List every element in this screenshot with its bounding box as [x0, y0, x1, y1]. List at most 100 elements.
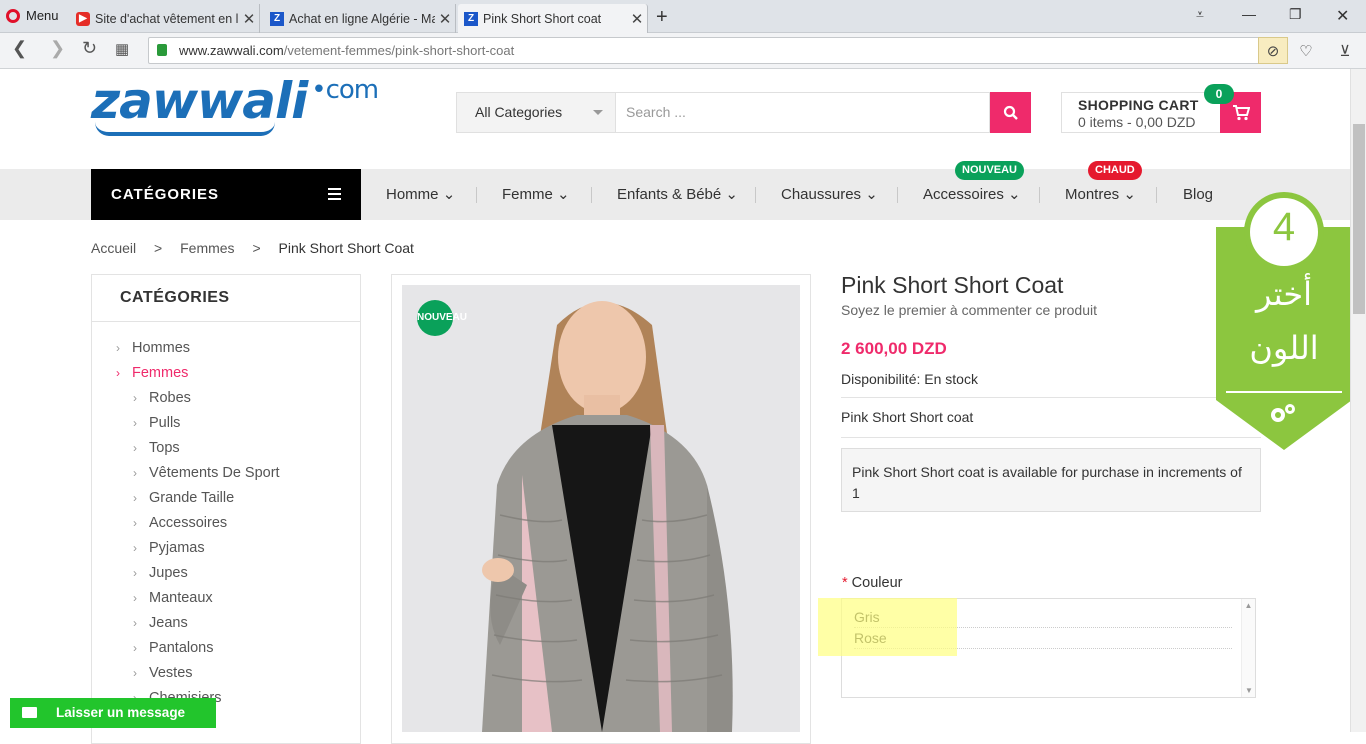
nav-separator [755, 187, 756, 203]
new-product-badge: NOUVEAU [417, 300, 467, 336]
category-select-label: All Categories [475, 104, 563, 120]
browser-tab-2[interactable]: Z Achat en ligne Algérie - Ma ✕ [264, 4, 456, 33]
download-icon[interactable]: ⊻ [1330, 37, 1360, 64]
sidebar-item-label: Hommes [132, 340, 191, 356]
availability-status: Disponibilité: En stock [841, 371, 978, 387]
sidebar-item-label: Grande Taille [149, 490, 235, 506]
close-tab-icon[interactable]: ✕ [239, 10, 259, 28]
nav-separator [1039, 187, 1040, 203]
sidebar-item-robes[interactable]: › Robes [133, 390, 191, 406]
review-link[interactable]: Soyez le premier à commenter ce produit [841, 302, 1097, 318]
back-icon[interactable]: ❮ [12, 38, 27, 59]
sidebar-item-pantalons[interactable]: › Pantalons [133, 640, 214, 656]
chat-label: Laisser un message [56, 705, 186, 720]
forward-icon[interactable]: ❯ [50, 38, 65, 59]
browser-menu-button[interactable]: Menu [6, 8, 59, 23]
close-tab-icon[interactable]: ✕ [627, 10, 647, 28]
chevron-down-icon: ⌄ [865, 186, 878, 203]
scroll-down-icon[interactable]: ▼ [1242, 686, 1256, 695]
sidebar-item-label: Vêtements De Sport [149, 465, 280, 481]
nav-item-label: Femme [502, 186, 553, 203]
sidebar-item-label: Pantalons [149, 640, 214, 656]
product-title: Pink Short Short Coat [841, 272, 1064, 298]
browser-tab-1[interactable]: ▶ Site d'achat vêtement en li ✕ [70, 4, 260, 33]
close-window-icon[interactable]: ✕ [1336, 6, 1349, 26]
chevron-right-icon: › [133, 441, 137, 455]
sidebar-item-accessoires[interactable]: › Accessoires [133, 515, 227, 531]
youtube-icon: ▶ [76, 11, 90, 26]
tab-title: Site d'achat vêtement en li [95, 11, 239, 26]
nav-item-blog[interactable]: Blog [1183, 169, 1213, 220]
sidebar-item-manteaux[interactable]: › Manteaux [133, 590, 213, 606]
new-tab-icon[interactable]: + [656, 6, 668, 29]
shopping-cart[interactable]: SHOPPING CART 0 items - 0,00 DZD 0 [1061, 84, 1261, 133]
nav-item-enfants[interactable]: Enfants & Bébé ⌄ [617, 169, 738, 220]
nav-item-label: Montres [1065, 186, 1120, 203]
scrollbar-thumb[interactable] [1353, 124, 1365, 314]
chevron-down-icon: ⌄ [1123, 186, 1136, 203]
chevron-right-icon: › [116, 366, 120, 380]
sidebar-item-label: Tops [149, 440, 180, 456]
url-input[interactable]: www.zawwali.com/vetement-femmes/pink-sho… [148, 37, 1288, 64]
sidebar-item-pulls[interactable]: › Pulls [133, 415, 180, 431]
page-scrollbar[interactable] [1350, 69, 1366, 732]
sidebar-item-jeans[interactable]: › Jeans [133, 615, 188, 631]
close-tab-icon[interactable]: ✕ [435, 10, 455, 28]
leave-message-button[interactable]: Laisser un message [10, 698, 216, 728]
breadcrumb-home[interactable]: Accueil [91, 240, 136, 256]
sidebar-item-label: Pyjamas [149, 540, 205, 556]
sidebar-item-label: Femmes [132, 365, 189, 381]
url-path: /vetement-femmes/pink-short-short-coat [283, 43, 515, 58]
sidebar-item-vestes[interactable]: › Vestes [133, 665, 193, 681]
product-photo[interactable] [402, 285, 800, 732]
tab-menu-icon[interactable]: ⩡ [1196, 6, 1204, 23]
breadcrumb-separator: > [154, 240, 163, 256]
category-select[interactable]: All Categories [456, 92, 616, 133]
banner-number: 4 [1272, 205, 1296, 249]
nav-separator [897, 187, 898, 203]
sidebar-item-tops[interactable]: › Tops [133, 440, 180, 456]
chevron-right-icon: › [133, 641, 137, 655]
sidebar-item-hommes[interactable]: › Hommes [116, 340, 190, 356]
cart-title: SHOPPING CART [1078, 97, 1199, 113]
nav-item-femme[interactable]: Femme ⌄ [502, 169, 570, 220]
chevron-right-icon: › [133, 666, 137, 680]
increment-notice: Pink Short Short coat is available for p… [841, 448, 1261, 512]
chevron-right-icon: › [133, 491, 137, 505]
minimize-icon[interactable]: — [1242, 6, 1256, 22]
speed-dial-icon[interactable]: ▦ [115, 40, 129, 58]
chevron-right-icon: › [133, 616, 137, 630]
url-host: www.zawwali.com [179, 43, 284, 58]
browser-tab-bar: Menu ▶ Site d'achat vêtement en li ✕ Z A… [0, 0, 1366, 33]
sidebar-item-label: Accessoires [149, 515, 228, 531]
cart-summary: 0 items - 0,00 DZD [1078, 114, 1196, 130]
zawwali-icon: Z [270, 11, 284, 26]
sidebar-item-jupes[interactable]: › Jupes [133, 565, 188, 581]
chevron-down-icon: ⌄ [442, 186, 456, 203]
breadcrumb-femmes[interactable]: Femmes [180, 240, 234, 256]
search-input[interactable]: Search ... [616, 92, 990, 133]
scroll-up-icon[interactable]: ▲ [1242, 601, 1255, 610]
main-nav: CATÉGORIES Homme ⌄ Femme ⌄ Enfants & Béb… [0, 161, 1366, 220]
sidebar-item-grande-taille[interactable]: › Grande Taille [133, 490, 234, 506]
list-scrollbar[interactable]: ▲ ▼ [1241, 599, 1255, 697]
nav-item-chaussures[interactable]: Chaussures ⌄ [781, 169, 878, 220]
tab-title: Achat en ligne Algérie - Ma [289, 11, 435, 26]
maximize-icon[interactable]: ❐ [1289, 6, 1302, 23]
banner-line2: اللون [1249, 329, 1319, 367]
browser-tab-3[interactable]: Z Pink Short Short coat ✕ [458, 4, 648, 33]
chevron-right-icon: › [133, 391, 137, 405]
chevron-right-icon: › [133, 516, 137, 530]
bookmark-heart-icon[interactable]: ♡ [1291, 37, 1321, 64]
adblock-icon[interactable]: ⊘ [1258, 37, 1288, 64]
chevron-down-icon [593, 110, 603, 115]
sidebar-item-femmes[interactable]: › Femmes [116, 365, 188, 381]
categories-menu-button[interactable]: CATÉGORIES [91, 169, 361, 220]
categories-menu-label: CATÉGORIES [111, 186, 220, 203]
nav-item-homme[interactable]: Homme ⌄ [386, 169, 455, 220]
sidebar-item-sport[interactable]: › Vêtements De Sport [133, 465, 280, 481]
sidebar-item-pyjamas[interactable]: › Pyjamas [133, 540, 205, 556]
reload-icon[interactable]: ↻ [82, 38, 97, 59]
chevron-down-icon: ⌄ [557, 186, 570, 203]
search-button[interactable] [990, 92, 1031, 133]
